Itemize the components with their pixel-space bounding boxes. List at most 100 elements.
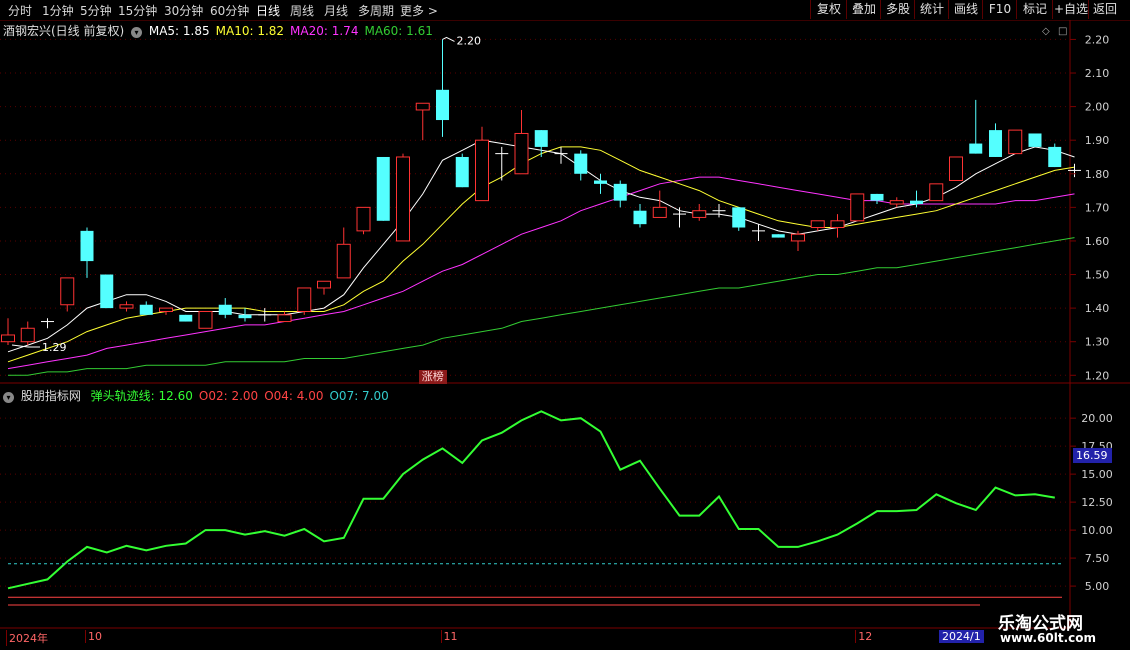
candle-15 — [297, 287, 312, 315]
time-label-0: 2024年 — [6, 630, 48, 646]
indicator-line-main — [7, 410, 1055, 590]
candle-43 — [850, 193, 865, 222]
candle-body-3 — [60, 277, 75, 306]
candle-1 — [20, 321, 35, 346]
candle-53 — [1048, 143, 1062, 168]
candle-body-44 — [870, 193, 884, 201]
time-label-2: 11 — [440, 630, 458, 643]
candle-50 — [989, 123, 1002, 157]
candle-body-52 — [1028, 133, 1042, 147]
price-tick-label-4: 1.60 — [1085, 235, 1110, 248]
candle-20 — [396, 153, 410, 242]
ma60-line — [8, 237, 1075, 376]
candle-body-46 — [910, 200, 923, 204]
price-tick-label-0: 1.20 — [1085, 369, 1110, 382]
candle-body-40 — [791, 233, 805, 242]
candle-body-33 — [652, 206, 667, 218]
candle-body-4 — [80, 230, 94, 262]
watermark-url: www.60lt.com — [1000, 631, 1097, 645]
candle-12 — [238, 308, 252, 322]
candle-body-14 — [277, 314, 292, 323]
candle-body-51 — [1008, 129, 1023, 155]
limit-up-badge[interactable]: 涨榜 — [418, 370, 447, 384]
candle-0 — [1, 318, 15, 346]
candle-body-24 — [475, 139, 489, 202]
candle-24 — [475, 126, 489, 202]
candle-body-22 — [436, 89, 449, 121]
candle-body-1 — [20, 327, 35, 343]
candle-body-18 — [356, 206, 371, 232]
candle-49 — [969, 99, 983, 154]
candle-22 — [436, 39, 449, 137]
candle-7 — [139, 301, 153, 315]
time-label-3: 12 — [855, 630, 872, 643]
candle-body-21 — [415, 102, 430, 111]
candle-21 — [415, 102, 430, 141]
candle-47 — [929, 183, 944, 202]
ma10-polyline — [7, 146, 1075, 363]
candle-19 — [376, 156, 390, 221]
candle-44 — [870, 193, 884, 204]
candle-body-32 — [633, 210, 647, 225]
candle-18 — [356, 206, 371, 235]
candle-body-42 — [830, 220, 845, 229]
candle-body-6 — [119, 304, 134, 309]
candle-body-11 — [218, 304, 232, 315]
candle-body-31 — [613, 183, 627, 201]
collapse-icon: □ — [1058, 26, 1067, 37]
candle-body-47 — [929, 183, 944, 202]
candle-body-29 — [574, 153, 588, 174]
candle-33 — [652, 190, 667, 218]
candle-8 — [159, 307, 173, 315]
candle-2 — [41, 318, 54, 329]
candle-26 — [514, 109, 529, 175]
candle-body-35 — [692, 210, 707, 218]
candle-30 — [594, 173, 607, 194]
candle-body-17 — [336, 243, 351, 279]
candle-45 — [889, 197, 904, 208]
price-tick-label-7: 1.90 — [1085, 134, 1110, 147]
candle-body-27 — [534, 130, 548, 147]
chart-grid — [0, 20, 1130, 629]
candle-body-8 — [159, 307, 173, 312]
candle-body-5 — [100, 274, 114, 309]
candle-35 — [692, 204, 707, 221]
time-axis: 2024年 10 11 12 2024/1 — [0, 629, 1070, 650]
candle-40 — [791, 230, 805, 252]
candle-body-39 — [771, 234, 785, 238]
ma5-polyline — [7, 139, 1075, 353]
ind-tick-label-4: 15.00 — [1081, 468, 1113, 481]
candle-body-9 — [179, 314, 193, 322]
candle-52 — [1028, 133, 1042, 147]
candle-16 — [317, 280, 331, 295]
candle-10 — [198, 310, 213, 329]
candles: 2.20 1.29 — [1, 34, 1081, 354]
ind-tick-label-0: 5.00 — [1085, 580, 1110, 593]
price-tick-label-8: 2.00 — [1085, 101, 1110, 114]
ind-tick-label-3: 12.50 — [1081, 496, 1113, 509]
candle-17 — [336, 227, 351, 279]
candle-41 — [810, 220, 825, 231]
price-tick-label-1: 1.30 — [1085, 336, 1110, 349]
candle-body-30 — [594, 180, 607, 184]
candle-body-10 — [198, 310, 213, 329]
ma20-polyline — [7, 176, 1075, 370]
candle-31 — [613, 180, 627, 208]
kline-chart[interactable]: 2.20 1.29 1.20 1.30 1.40 1.50 1.60 1.70 1.80 1.9… — [0, 0, 1130, 650]
candle-28 — [554, 146, 568, 164]
candle-34 — [673, 207, 686, 228]
candle-body-15 — [297, 287, 312, 312]
candle-body-43 — [850, 193, 865, 222]
candle-14 — [277, 311, 292, 323]
price-tick-label-6: 1.80 — [1085, 168, 1110, 181]
price-tick-label-2: 1.40 — [1085, 302, 1110, 315]
candle-body-0 — [1, 334, 15, 343]
low-price-label: 1.29 — [42, 341, 67, 354]
candle-4 — [80, 227, 94, 278]
indicator-current-value-text: 16.59 — [1076, 449, 1108, 463]
candle-48 — [949, 156, 963, 181]
price-tick-label-10: 2.20 — [1085, 33, 1110, 46]
indicator-lines — [7, 410, 1062, 606]
candle-42 — [830, 214, 845, 238]
candle-36 — [712, 204, 726, 218]
